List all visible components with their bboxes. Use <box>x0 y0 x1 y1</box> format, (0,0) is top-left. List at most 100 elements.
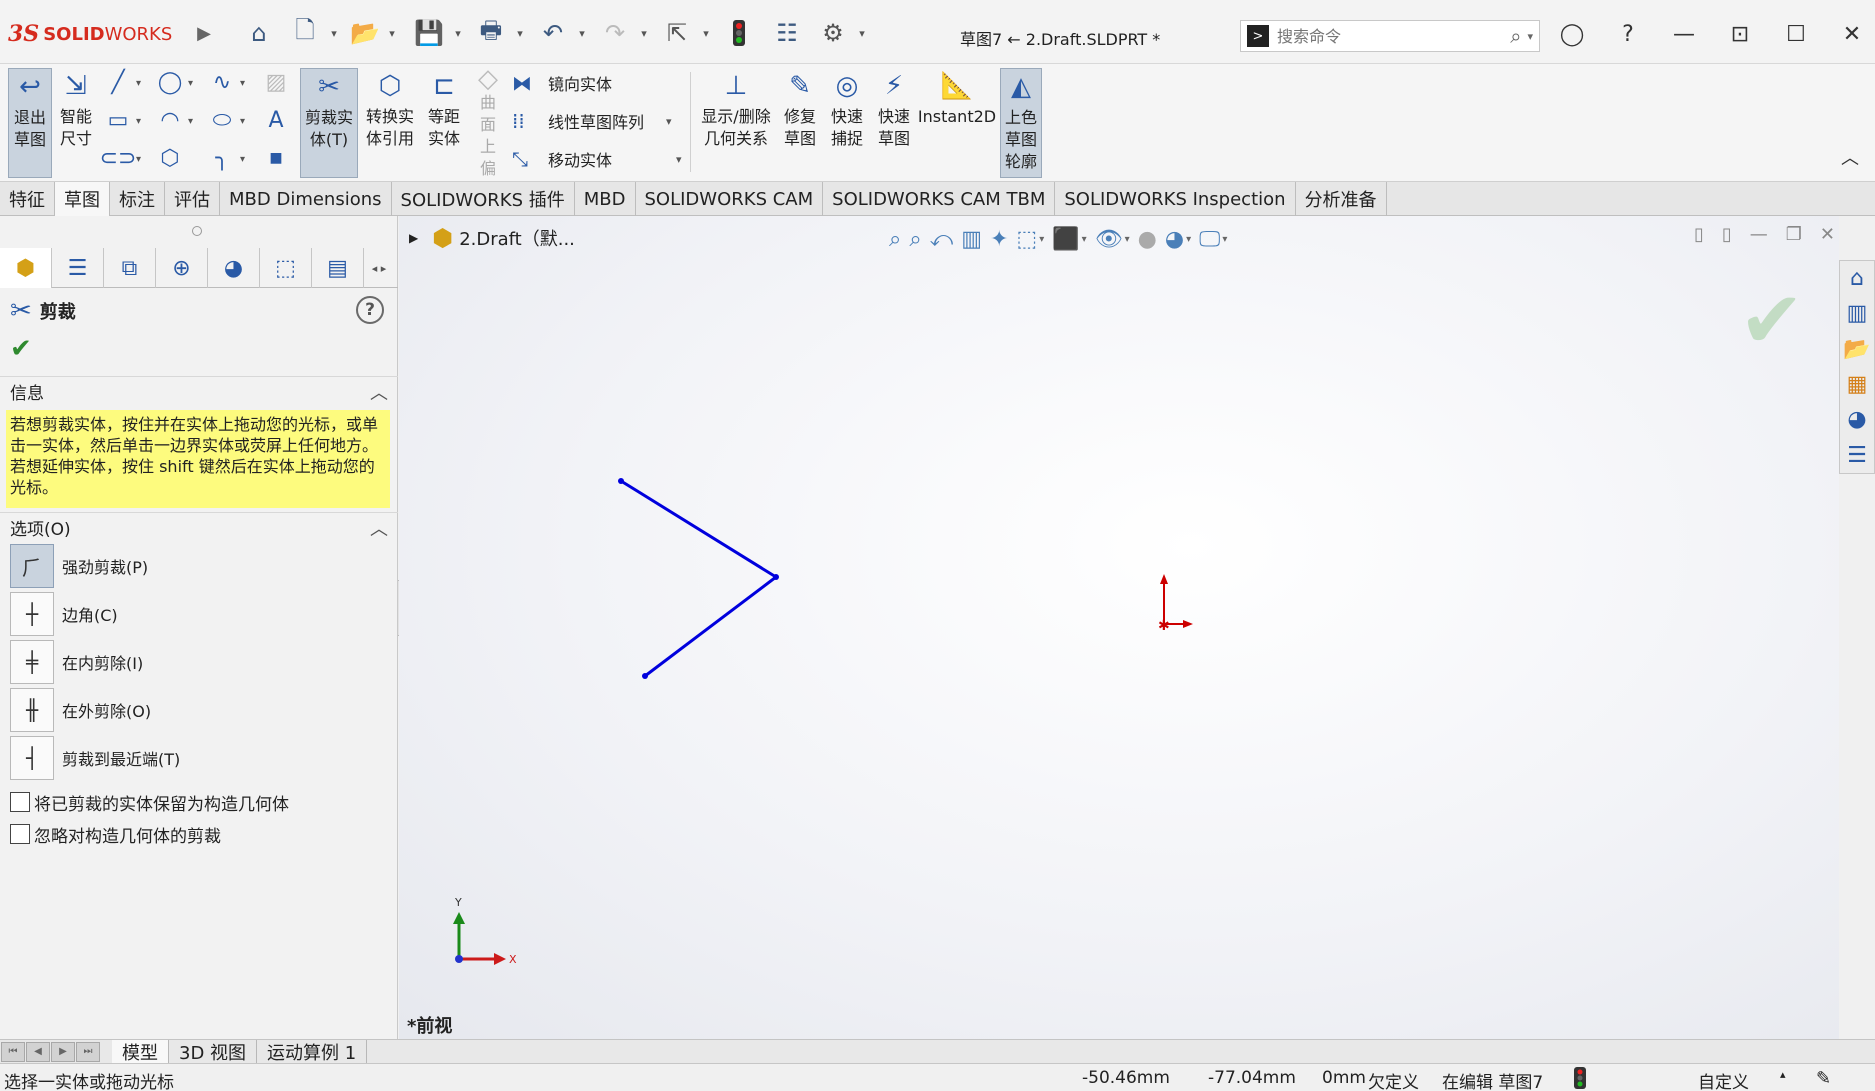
appearances-scenes-icon[interactable]: ◕ <box>1840 402 1874 437</box>
feature-manager-icon[interactable]: ⬢ <box>0 248 52 288</box>
print-icon[interactable]: 🖶 <box>474 16 508 48</box>
file-properties-icon[interactable]: ☷ <box>770 18 804 48</box>
plane-icon[interactable]: ▨ <box>262 68 290 96</box>
slot-icon[interactable]: ⊂⊃ <box>100 144 137 172</box>
solidworks-logo[interactable]: 3S SOLID WORKS <box>8 20 172 48</box>
first-tab-arrow-icon[interactable]: ⏮ <box>1 1041 25 1062</box>
shaded-sketch-contours-button[interactable]: ◭ 上色草图轮廓 <box>1000 68 1042 178</box>
menu-expand-icon[interactable]: ▶ <box>192 18 216 48</box>
prev-tab-arrow-icon[interactable]: ◀ <box>26 1041 50 1062</box>
tab-3d-views[interactable]: 3D 视图 <box>169 1039 258 1064</box>
new-document-icon[interactable]: 🗋 <box>288 16 322 48</box>
trim-to-closest-option[interactable]: ┤ 剪裁到最近端(T) <box>10 736 180 780</box>
chevron-down-icon[interactable]: ▾ <box>1527 30 1533 43</box>
quick-snaps-button[interactable]: ◎ 快速捕捉 <box>826 68 868 178</box>
ellipse-icon[interactable]: ⬭ <box>208 106 236 134</box>
chevron-down-icon[interactable]: ▾ <box>386 18 398 48</box>
search-commands-box[interactable]: > ⌕ ▾ <box>1240 20 1540 52</box>
tab-solidworks-addins[interactable]: SOLIDWORKS 插件 <box>392 182 575 216</box>
last-tab-arrow-icon[interactable]: ⏭ <box>76 1041 100 1062</box>
chevron-down-icon[interactable]: ▾ <box>638 18 650 48</box>
rebuild-status-icon[interactable] <box>1574 1067 1586 1091</box>
graphics-area[interactable]: ▶ ⬢ 2.Draft（默... ⌕ ⌕ ⤺ ▥ ✦ ⬚ ▾ ⬛ ▾ 👁 ▾ ● ◕ ▾… <box>399 216 1839 1039</box>
tab-model[interactable]: 模型 <box>112 1039 169 1064</box>
chevron-up-icon[interactable]: ▴ <box>1780 1068 1786 1081</box>
ok-checkmark-icon[interactable]: ✔ <box>10 334 32 364</box>
polygon-icon[interactable]: ⬡ <box>156 144 184 172</box>
exit-sketch-button[interactable]: ↩ 退出草图 <box>8 68 52 178</box>
sketch-line-upper[interactable] <box>620 479 777 579</box>
power-trim-option[interactable]: ⺁ 强劲剪裁(P) <box>10 544 148 588</box>
point-icon[interactable]: ■ <box>262 144 290 172</box>
chevron-down-icon[interactable]: ▾ <box>856 18 868 48</box>
tab-solidworks-cam-tbm[interactable]: SOLIDWORKS CAM TBM <box>823 182 1056 216</box>
repair-sketch-button[interactable]: ✎ 修复草图 <box>780 68 820 178</box>
options-gear-icon[interactable]: ⚙ <box>816 18 850 48</box>
sketch-endpoint[interactable] <box>618 478 624 484</box>
home-icon[interactable]: ⌂ <box>242 18 276 48</box>
chevron-down-icon[interactable]: ▾ <box>700 18 712 48</box>
keep-trimmed-as-construction-checkbox[interactable]: 将已剪裁的实体保留为构造几何体 <box>10 790 289 815</box>
save-icon[interactable]: 💾 <box>412 18 446 48</box>
help-icon[interactable]: ? <box>1608 18 1648 50</box>
sketch-line-lower[interactable] <box>644 575 777 678</box>
smart-dimension-button[interactable]: ⇲ 智能尺寸 <box>54 68 98 178</box>
sketch-canvas[interactable]: ✱ Y X <box>399 216 1839 1039</box>
tab-analysis-prep[interactable]: 分析准备 <box>1296 182 1387 216</box>
configuration-manager-icon[interactable]: ⧉ <box>104 248 156 288</box>
file-explorer-icon[interactable]: 📂 <box>1840 332 1874 367</box>
display-delete-relations-button[interactable]: ⊥ 显示/删除几何关系 <box>696 68 776 178</box>
open-folder-icon[interactable]: 📂 <box>348 18 382 48</box>
line-icon[interactable]: ╱ <box>104 68 132 96</box>
chevron-up-icon[interactable]: ︿ <box>370 379 388 405</box>
convert-entities-button[interactable]: ⬡ 转换实体引用 <box>362 68 418 178</box>
rebuild-traffic-light-icon[interactable] <box>724 18 754 48</box>
linear-pattern-button[interactable]: ⁞⁞ 线性草图阵列 ▾ <box>512 106 672 136</box>
units-selector[interactable]: 自定义 <box>1698 1068 1749 1091</box>
offset-entities-button[interactable]: ⊏ 等距实体 <box>422 68 466 178</box>
tab-evaluate[interactable]: 评估 <box>165 182 220 216</box>
tab-solidworks-cam[interactable]: SOLIDWORKS CAM <box>636 182 824 216</box>
sketch-geometry[interactable] <box>618 478 779 679</box>
rectangle-icon[interactable]: ▭ <box>104 106 132 134</box>
chevron-up-icon[interactable]: ︿ <box>370 515 388 541</box>
display-manager-icon[interactable]: ◕ <box>208 248 260 288</box>
solidworks-resources-home-icon[interactable]: ⌂ <box>1840 261 1874 296</box>
next-tab-arrow-icon[interactable]: ▶ <box>51 1041 75 1062</box>
arc-icon[interactable]: ◠ <box>156 106 184 134</box>
tab-scroll-arrows[interactable]: ◂ ▸ <box>364 248 394 288</box>
undo-icon[interactable]: ↶ <box>536 18 570 48</box>
circle-icon[interactable]: ◯ <box>156 68 184 96</box>
quick-tips-icon[interactable]: ✎ <box>1816 1068 1831 1089</box>
trim-entities-button[interactable]: ✂ 剪裁实体(T) <box>300 68 358 178</box>
view-palette-icon[interactable]: ▦ <box>1840 367 1874 402</box>
custom-properties-icon[interactable]: ☰ <box>1840 438 1874 473</box>
trim-away-inside-option[interactable]: ╪ 在内剪除(I) <box>10 640 143 684</box>
minimize-button[interactable]: — <box>1664 18 1704 50</box>
dimxpert-icon[interactable]: ⊕ <box>156 248 208 288</box>
help-icon[interactable]: ? <box>356 296 384 324</box>
maximize-button[interactable]: ☐ <box>1776 18 1816 50</box>
property-manager-icon[interactable]: ☰ <box>52 248 104 288</box>
corner-trim-option[interactable]: ┼ 边角(C) <box>10 592 118 636</box>
close-button[interactable]: ✕ <box>1832 18 1872 50</box>
sketch-vertex[interactable] <box>773 574 779 580</box>
chevron-down-icon[interactable]: ▾ <box>328 18 340 48</box>
fillet-icon[interactable]: ╮ <box>208 144 236 172</box>
design-library-icon[interactable]: ▥ <box>1840 296 1874 331</box>
cam-feature-tree-icon[interactable]: ⬚ <box>260 248 312 288</box>
tab-mbd[interactable]: MBD <box>575 182 636 216</box>
chevron-up-icon[interactable]: ︿ <box>1841 144 1859 170</box>
search-icon[interactable]: ⌕ <box>1510 24 1521 48</box>
text-icon[interactable]: A <box>262 106 290 134</box>
tab-mbd-dimensions[interactable]: MBD Dimensions <box>220 182 392 216</box>
user-account-icon[interactable]: ◯ <box>1552 18 1592 50</box>
rapid-sketch-button[interactable]: ⚡ 快速草图 <box>872 68 916 178</box>
offset-on-surface-button[interactable]: ◇ 曲面上偏移 <box>468 66 508 200</box>
chevron-down-icon[interactable]: ▾ <box>514 18 526 48</box>
spline-icon[interactable]: ∿ <box>208 68 236 96</box>
cam-operation-tree-icon[interactable]: ▤ <box>312 248 364 288</box>
panel-grip-icon[interactable] <box>192 226 202 236</box>
instant2d-button[interactable]: 📐 Instant2D <box>918 68 996 178</box>
chevron-down-icon[interactable]: ▾ <box>452 18 464 48</box>
